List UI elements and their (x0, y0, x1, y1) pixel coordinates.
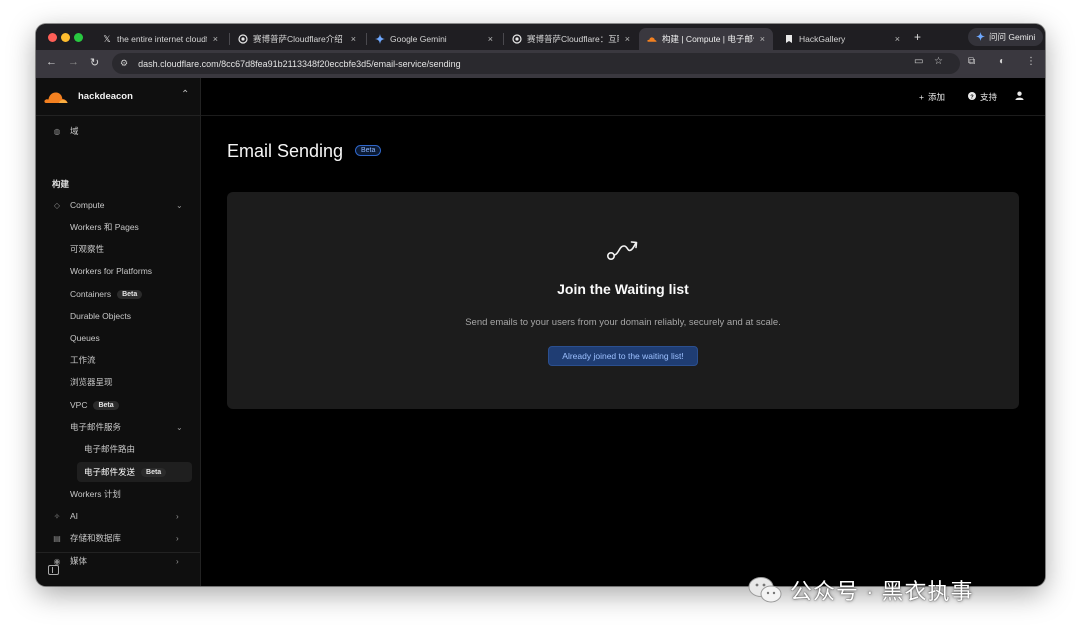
cloudflare-logo (44, 92, 68, 103)
tab-close-icon[interactable]: × (213, 34, 218, 44)
browser-tab[interactable]: 赛博普萨Cloudflare介绍 × (230, 28, 364, 50)
chevron-right-icon: › (176, 511, 179, 521)
bookmark-star-icon[interactable]: ☆ (934, 56, 943, 67)
browser-tab-active[interactable]: 构建 | Compute | 电子邮件 × (639, 28, 773, 50)
url-text[interactable]: dash.cloudflare.com/8cc67d8fea91b2113348… (138, 59, 461, 69)
extensions-icon[interactable]: ⧉ (968, 56, 975, 67)
site-settings-icon[interactable]: ⚙ (120, 58, 128, 69)
sidebar-item-browser-rendering[interactable]: 浏览器呈现 (70, 373, 113, 391)
tab-close-icon[interactable]: × (895, 34, 900, 44)
sidebar-item-workers-pages[interactable]: Workers 和 Pages (70, 218, 139, 236)
back-arrow-icon[interactable]: ← (46, 56, 57, 68)
sidebar-item-queues[interactable]: Queues (70, 329, 100, 347)
chevron-right-icon: › (176, 533, 179, 543)
close-window-button[interactable] (48, 33, 57, 42)
sidebar-item-workers-platforms[interactable]: Workers for Platforms (70, 262, 152, 280)
help-circle-icon: ? (968, 92, 976, 102)
beta-badge: Beta (141, 467, 167, 477)
openai-icon (238, 34, 248, 44)
collapse-sidebar-icon[interactable] (48, 565, 59, 575)
sidebar-footer (36, 552, 201, 586)
ai-sparkle-icon: ✧ (53, 511, 61, 521)
profile-icon[interactable]: ◐ (999, 56, 1005, 67)
sidebar-item-email-sending[interactable]: 电子邮件发送 Beta (77, 462, 192, 482)
section-build: 构建 (52, 179, 70, 189)
card-title: Join the Waiting list (557, 281, 689, 297)
card-description: Send emails to your users from your doma… (465, 317, 781, 328)
sidebar-item-domains[interactable]: ◍ 域 (52, 122, 79, 140)
maximize-window-button[interactable] (74, 33, 83, 42)
page-title: Email Sending (227, 141, 344, 161)
browser-tab[interactable]: 赛博普萨Cloudflare：互联 × (504, 28, 638, 50)
add-button[interactable]: + 添加 (919, 91, 945, 103)
minimize-window-button[interactable] (61, 33, 70, 42)
beta-badge: Beta (93, 400, 119, 410)
openai-icon (512, 34, 522, 44)
browser-window: 𝕏 the entire internet cloudfl × 赛博普萨Clou… (36, 24, 1045, 586)
tab-close-icon[interactable]: × (351, 34, 356, 44)
wechat-watermark: 公众号 · 黑衣执事 (748, 572, 974, 608)
waitlist-card: Join the Waiting list Send emails to you… (227, 192, 1019, 409)
browser-tab[interactable]: HackGallery × (776, 28, 908, 50)
reload-icon[interactable]: ↻ (90, 56, 99, 69)
cast-icon[interactable]: ▭ (914, 56, 923, 67)
sidebar-item-vpc[interactable]: VPC Beta (70, 396, 119, 414)
main-content: + 添加 ? 支持 Email Sending Beta Join the Wa… (201, 78, 1045, 586)
joined-waitlist-button[interactable]: Already joined to the waiting list! (548, 346, 698, 366)
route-arrow-icon (606, 241, 638, 261)
tab-close-icon[interactable]: × (488, 34, 493, 44)
address-bar[interactable]: ⚙ dash.cloudflare.com/8cc67d8fea91b21133… (112, 53, 960, 74)
sidebar-item-workflows[interactable]: 工作流 (70, 351, 96, 369)
tab-close-icon[interactable]: × (760, 34, 765, 44)
forward-arrow-icon[interactable]: → (68, 56, 79, 68)
browser-tab[interactable]: 𝕏 the entire internet cloudfl × (94, 28, 226, 50)
ask-gemini-button[interactable]: 问问 Gemini (968, 28, 1044, 46)
beta-badge: Beta (117, 289, 143, 299)
browser-toolbar: ← → ↻ ⚙ dash.cloudflare.com/8cc67d8fea91… (36, 50, 1045, 78)
x-logo-icon: 𝕏 (103, 33, 111, 44)
cloudflare-icon (647, 34, 657, 44)
account-name: hackdeacon (78, 91, 133, 102)
sidebar-item-workers-plans[interactable]: Workers 计划 (70, 485, 121, 503)
sidebar-item-durable-objects[interactable]: Durable Objects (70, 307, 131, 325)
sidebar-item-compute[interactable]: ◇ Compute ⌄ (52, 196, 192, 214)
sidebar-item-storage[interactable]: ▤ 存储和数据库 › (52, 529, 192, 547)
compute-icon: ◇ (53, 200, 61, 210)
tab-close-icon[interactable]: × (625, 34, 630, 44)
tab-strip: 𝕏 the entire internet cloudfl × 赛博普萨Clou… (36, 24, 1045, 50)
svg-text:?: ? (970, 94, 974, 100)
globe-icon: ◍ (53, 126, 61, 136)
beta-badge: Beta (355, 145, 382, 156)
browser-tab[interactable]: Google Gemini × (367, 28, 501, 50)
account-switcher[interactable]: hackdeacon ⌃ (36, 78, 201, 116)
chevron-down-icon: ⌄ (176, 422, 183, 432)
chevron-down-icon: ⌄ (176, 200, 183, 210)
sidebar-item-observability[interactable]: 可观察性 (70, 240, 104, 258)
sidebar-item-email-service[interactable]: 电子邮件服务 ⌄ (70, 418, 192, 436)
gemini-icon (976, 31, 985, 43)
top-bar: + 添加 ? 支持 (201, 78, 1045, 116)
database-icon: ▤ (53, 533, 61, 543)
sidebar-item-containers[interactable]: Containers Beta (70, 285, 143, 303)
sidebar-item-email-routing[interactable]: 电子邮件路由 (84, 440, 135, 458)
hackgallery-icon (784, 34, 794, 44)
watermark-text: 公众号 · 黑衣执事 (790, 579, 974, 604)
sidebar-item-ai[interactable]: ✧ AI › (52, 507, 192, 525)
plus-icon: + (919, 92, 924, 102)
wechat-logo (748, 577, 782, 603)
sidebar: hackdeacon ⌃ ◍ 域 构建 ◇ Compute ⌄ Workers … (36, 78, 201, 586)
gemini-icon (375, 34, 385, 44)
user-icon[interactable] (1015, 91, 1024, 100)
support-button[interactable]: ? 支持 (968, 91, 997, 103)
chevron-up-down-icon[interactable]: ⌃ (181, 89, 189, 100)
browser-menu-icon[interactable]: ⋮ (1026, 56, 1036, 67)
new-tab-button[interactable]: + (914, 30, 921, 44)
